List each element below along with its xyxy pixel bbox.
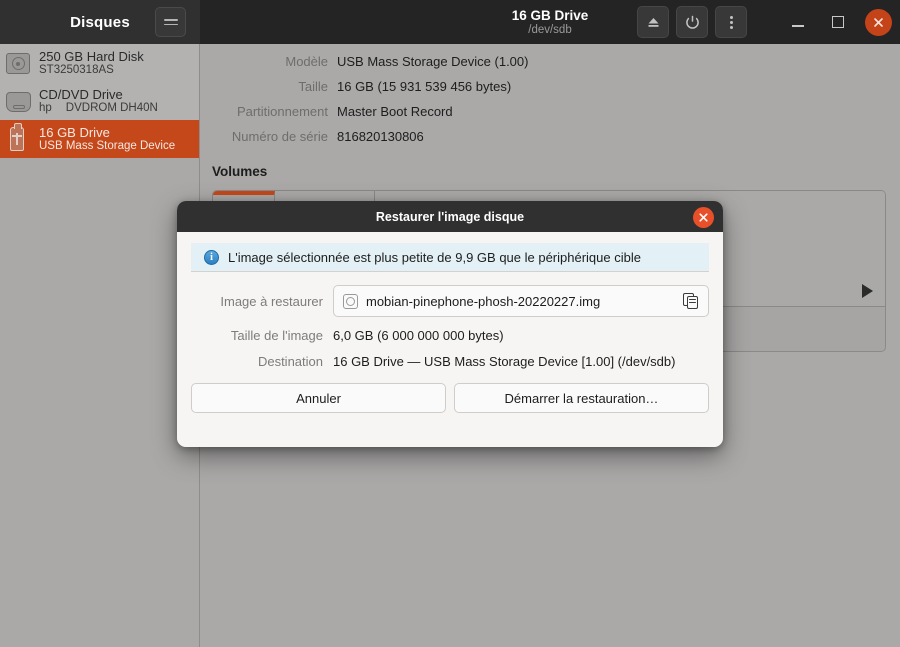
dialog-body: i L'image sélectionnée est plus petite d… bbox=[177, 232, 723, 369]
app-title: Disques bbox=[70, 14, 130, 31]
eject-icon bbox=[646, 15, 661, 30]
sidebar-item-usb-drive[interactable]: 16 GB Drive USB Mass Storage Device bbox=[0, 120, 199, 158]
vertical-dots-icon bbox=[729, 14, 734, 31]
close-icon bbox=[698, 212, 709, 223]
device-name: CD/DVD Drive bbox=[39, 88, 158, 102]
detail-row: Partitionnement Master Boot Record bbox=[201, 104, 900, 129]
image-file-row: Image à restaurer mobian-pinephone-phosh… bbox=[191, 285, 709, 317]
minimize-button[interactable] bbox=[782, 6, 814, 38]
dialog-title: Restaurer l'image disque bbox=[376, 210, 524, 224]
detail-row: Modèle USB Mass Storage Device (1.00) bbox=[201, 54, 900, 79]
titlebar-main-section: 16 GB Drive /dev/sdb bbox=[200, 0, 900, 44]
destination-label: Destination bbox=[191, 354, 333, 369]
image-file-chooser-button[interactable]: mobian-pinephone-phosh-20220227.img bbox=[333, 285, 709, 317]
dialog-close-button[interactable] bbox=[693, 207, 714, 228]
titlebar: Disques 16 GB Drive /dev/sdb bbox=[0, 0, 900, 44]
titlebar-sidebar-section: Disques bbox=[0, 0, 200, 44]
maximize-icon bbox=[832, 16, 844, 28]
detail-value: 16 GB (15 931 539 456 bytes) bbox=[337, 79, 511, 94]
info-message-bar: i L'image sélectionnée est plus petite d… bbox=[191, 243, 709, 272]
hamburger-menu-button[interactable] bbox=[155, 7, 186, 37]
detail-value: 816820130806 bbox=[337, 129, 424, 144]
window-controls bbox=[782, 6, 892, 38]
power-icon bbox=[684, 14, 701, 31]
usb-drive-icon bbox=[6, 126, 32, 152]
device-name: 16 GB Drive bbox=[39, 126, 175, 140]
volumes-heading: Volumes bbox=[212, 164, 900, 179]
detail-label: Numéro de série bbox=[201, 129, 337, 144]
image-size-value: 6,0 GB (6 000 000 000 bytes) bbox=[333, 328, 504, 343]
detail-value: Master Boot Record bbox=[337, 104, 453, 119]
hamburger-icon-line bbox=[164, 24, 178, 26]
device-vendor: hp bbox=[39, 102, 52, 114]
power-button[interactable] bbox=[676, 6, 708, 38]
eject-button[interactable] bbox=[637, 6, 669, 38]
drive-properties-table: Modèle USB Mass Storage Device (1.00) Ta… bbox=[201, 44, 900, 179]
device-list: 250 GB Hard Disk ST3250318AS CD/DVD Driv… bbox=[0, 44, 199, 158]
detail-row: Taille 16 GB (15 931 539 456 bytes) bbox=[201, 79, 900, 104]
minimize-icon bbox=[792, 25, 804, 27]
detail-label: Taille bbox=[201, 79, 337, 94]
hard-disk-icon bbox=[6, 50, 32, 76]
maximize-button[interactable] bbox=[822, 6, 854, 38]
image-file-name: mobian-pinephone-phosh-20220227.img bbox=[366, 294, 675, 309]
device-name: 250 GB Hard Disk bbox=[39, 50, 144, 64]
hamburger-icon-line bbox=[164, 19, 178, 21]
image-size-label: Taille de l'image bbox=[191, 328, 333, 343]
sidebar-item-cd-dvd-drive[interactable]: CD/DVD Drive hp DVDROM DH40N bbox=[0, 82, 199, 120]
close-button[interactable] bbox=[865, 9, 892, 36]
device-sidebar: 250 GB Hard Disk ST3250318AS CD/DVD Driv… bbox=[0, 44, 200, 647]
dialog-action-buttons: Annuler Démarrer la restauration… bbox=[177, 383, 723, 413]
device-subtitle: ST3250318AS bbox=[39, 64, 144, 76]
device-model: DVDROM DH40N bbox=[66, 102, 158, 114]
arrow-right-icon[interactable] bbox=[862, 284, 873, 298]
open-file-icon[interactable] bbox=[683, 293, 700, 310]
detail-row: Numéro de série 816820130806 bbox=[201, 129, 900, 154]
disc-media-icon bbox=[343, 294, 358, 309]
cd-dvd-drive-icon bbox=[6, 88, 32, 114]
cancel-button[interactable]: Annuler bbox=[191, 383, 446, 413]
sidebar-item-hard-disk[interactable]: 250 GB Hard Disk ST3250318AS bbox=[0, 44, 199, 82]
destination-value: 16 GB Drive — USB Mass Storage Device [1… bbox=[333, 354, 675, 369]
start-restore-button[interactable]: Démarrer la restauration… bbox=[454, 383, 709, 413]
info-icon: i bbox=[204, 250, 219, 265]
close-icon bbox=[873, 17, 884, 28]
detail-label: Modèle bbox=[201, 54, 337, 69]
detail-label: Partitionnement bbox=[201, 104, 337, 119]
image-size-row: Taille de l'image 6,0 GB (6 000 000 000 … bbox=[191, 328, 709, 343]
titlebar-actions bbox=[637, 6, 747, 38]
image-file-label: Image à restaurer bbox=[191, 294, 333, 309]
destination-row: Destination 16 GB Drive — USB Mass Stora… bbox=[191, 354, 709, 369]
dialog-titlebar: Restaurer l'image disque bbox=[177, 201, 723, 232]
detail-value: USB Mass Storage Device (1.00) bbox=[337, 54, 528, 69]
more-options-button[interactable] bbox=[715, 6, 747, 38]
info-message-text: L'image sélectionnée est plus petite de … bbox=[228, 250, 641, 265]
device-subtitle: USB Mass Storage Device bbox=[39, 140, 175, 152]
disks-application-window: Disques 16 GB Drive /dev/sdb bbox=[0, 0, 900, 647]
restore-disk-image-dialog: Restaurer l'image disque i L'image sélec… bbox=[177, 201, 723, 447]
